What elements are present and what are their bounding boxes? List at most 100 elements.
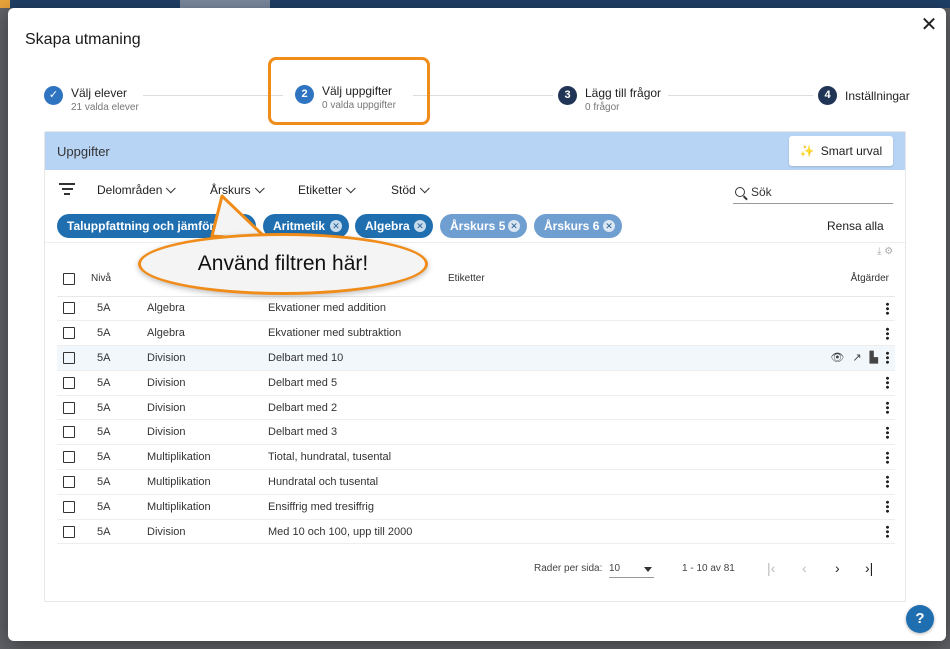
cell-delomrade: Multiplikation xyxy=(147,494,268,520)
remove-chip-icon[interactable]: ✕ xyxy=(237,220,249,232)
table-row[interactable]: 5A Algebra Ekvationer med addition xyxy=(57,296,895,322)
select-all-checkbox[interactable] xyxy=(63,272,75,285)
chip-algebra[interactable]: Algebra ✕ xyxy=(355,214,433,238)
row-checkbox[interactable] xyxy=(63,451,75,464)
step-sub: 21 valda elever xyxy=(71,102,139,113)
help-button[interactable]: ? xyxy=(906,605,934,633)
cell-uppgift: Ekvationer med addition xyxy=(268,296,738,322)
smart-selection-button[interactable]: ✨ Smart urval xyxy=(789,136,893,166)
cell-uppgift: Ensiffrig med tresiffrig xyxy=(268,494,738,520)
cell-niva: 5A xyxy=(87,494,147,520)
chevron-down-icon xyxy=(254,182,265,193)
page-range: 1 - 10 av 81 xyxy=(682,563,735,574)
download-icon[interactable]: ⤓ xyxy=(877,246,881,257)
smart-selection-label: Smart urval xyxy=(820,144,883,158)
chip-arskurs-5[interactable]: Årskurs 5 ✕ xyxy=(440,214,527,238)
rows-per-page-select[interactable]: 10 xyxy=(609,560,654,578)
check-icon: ✓ xyxy=(44,86,63,105)
more-vert-icon[interactable] xyxy=(886,525,889,539)
header-atgarder: Åtgärder xyxy=(738,262,895,297)
clear-all-link[interactable]: Rensa alla xyxy=(827,219,884,233)
more-vert-icon[interactable] xyxy=(886,425,889,439)
step-label: Inställningar xyxy=(845,89,910,103)
step-label: Välj elever xyxy=(71,86,128,100)
close-icon[interactable]: ✕ xyxy=(920,15,938,35)
table-row[interactable]: 5A Multiplikation Ensiffrig med tresiffrig xyxy=(57,494,895,520)
filter-delomraden[interactable]: Delområden xyxy=(97,182,177,197)
chevron-down-icon xyxy=(419,182,430,193)
row-checkbox[interactable] xyxy=(63,500,75,513)
row-checkbox[interactable] xyxy=(63,401,75,414)
cell-delomrade: Multiplikation xyxy=(147,469,268,495)
chip-label: Taluppfattning och jämförelse xyxy=(67,219,238,233)
stepper-line xyxy=(668,95,813,96)
step-highlight-box xyxy=(268,57,430,125)
magic-wand-icon: ✨ xyxy=(799,144,815,158)
filter-stod[interactable]: Stöd xyxy=(391,182,430,197)
cell-niva: 5A xyxy=(87,320,147,347)
filter-etiketter[interactable]: Etiketter xyxy=(298,182,356,197)
table-row[interactable]: 5A Algebra Ekvationer med subtraktion xyxy=(57,320,895,347)
open-external-icon[interactable]: ↗ xyxy=(852,351,861,364)
create-challenge-dialog: Skapa utmaning ✕ ✓ Välj elever 21 valda … xyxy=(8,8,946,641)
prev-page-icon[interactable]: ‹ xyxy=(802,560,807,576)
step-add-questions[interactable]: 3 Lägg till frågor 0 frågor xyxy=(558,86,661,115)
more-vert-icon[interactable] xyxy=(886,401,889,415)
remove-chip-icon[interactable]: ✕ xyxy=(330,220,342,232)
chip-label: Aritmetik xyxy=(273,219,326,233)
panel-title: Uppgifter xyxy=(57,144,110,159)
row-checkbox[interactable] xyxy=(63,302,75,315)
step-settings[interactable]: 4 Inställningar xyxy=(818,86,910,105)
filter-icon[interactable] xyxy=(59,183,75,195)
more-vert-icon[interactable] xyxy=(886,475,889,489)
first-page-icon[interactable]: |‹ xyxy=(767,560,775,576)
table-row[interactable]: 5A Division Delbart med 10 👁 ↗ ▙ xyxy=(57,345,895,371)
row-checkbox[interactable] xyxy=(63,352,75,365)
step-label: Lägg till frågor xyxy=(585,86,662,100)
cell-actions xyxy=(738,370,895,396)
table-row[interactable]: 5A Multiplikation Tiotal, hundratal, tusen… xyxy=(57,444,895,471)
table-row[interactable]: 5A Multiplikation Hundratal och tusental xyxy=(57,469,895,495)
remove-chip-icon[interactable]: ✕ xyxy=(603,220,615,232)
cell-niva: 5A xyxy=(87,519,147,545)
chip-label: Årskurs 6 xyxy=(544,219,600,233)
last-page-icon[interactable]: ›| xyxy=(865,560,873,576)
more-vert-icon[interactable] xyxy=(886,376,889,390)
row-checkbox[interactable] xyxy=(63,426,75,439)
table-row[interactable]: 5A Division Med 10 och 100, upp till 2000 xyxy=(57,519,895,545)
cell-delomrade: Multiplikation xyxy=(147,444,268,471)
more-vert-icon[interactable] xyxy=(886,500,889,514)
table-row[interactable]: 5A Division Delbart med 5 xyxy=(57,370,895,396)
remove-chip-icon[interactable]: ✕ xyxy=(508,220,520,232)
cell-delomrade: Division xyxy=(147,519,268,545)
cell-niva: 5A xyxy=(87,469,147,495)
chip-arskurs-6[interactable]: Årskurs 6 ✕ xyxy=(534,214,622,238)
more-vert-icon[interactable] xyxy=(886,326,889,340)
row-checkbox[interactable] xyxy=(63,476,75,489)
more-vert-icon[interactable] xyxy=(886,450,889,464)
filter-label: Delområden xyxy=(97,183,163,197)
cell-niva: 5A xyxy=(87,345,147,371)
table-row[interactable]: 5A Division Delbart med 3 xyxy=(57,419,895,446)
row-checkbox[interactable] xyxy=(63,525,75,538)
cell-uppgift: Delbart med 2 xyxy=(268,395,738,421)
row-checkbox[interactable] xyxy=(63,376,75,389)
cell-niva: 5A xyxy=(87,296,147,322)
table-row[interactable]: 5A Division Delbart med 2 xyxy=(57,395,895,421)
eye-icon[interactable]: 👁 xyxy=(830,351,844,364)
filter-bar: Delområden Årskurs Etiketter Stöd Sök xyxy=(45,170,905,210)
row-checkbox[interactable] xyxy=(63,327,75,340)
table-tools: ⤓ ⚙ xyxy=(877,246,893,257)
more-vert-icon[interactable] xyxy=(886,351,889,365)
step-select-students[interactable]: ✓ Välj elever 21 valda elever xyxy=(44,86,139,115)
more-vert-icon[interactable] xyxy=(886,301,889,315)
filter-arskurs[interactable]: Årskurs xyxy=(210,182,265,197)
chip-taluppfattning[interactable]: Taluppfattning och jämförelse ✕ xyxy=(57,214,256,238)
chart-icon[interactable]: ▙ xyxy=(870,351,878,364)
gear-icon[interactable]: ⚙ xyxy=(884,246,893,257)
dialog-title: Skapa utmaning xyxy=(25,31,141,48)
search-input[interactable]: Sök xyxy=(733,180,893,204)
stepper-line xyxy=(413,95,553,96)
next-page-icon[interactable]: › xyxy=(835,560,840,576)
remove-chip-icon[interactable]: ✕ xyxy=(414,220,426,232)
